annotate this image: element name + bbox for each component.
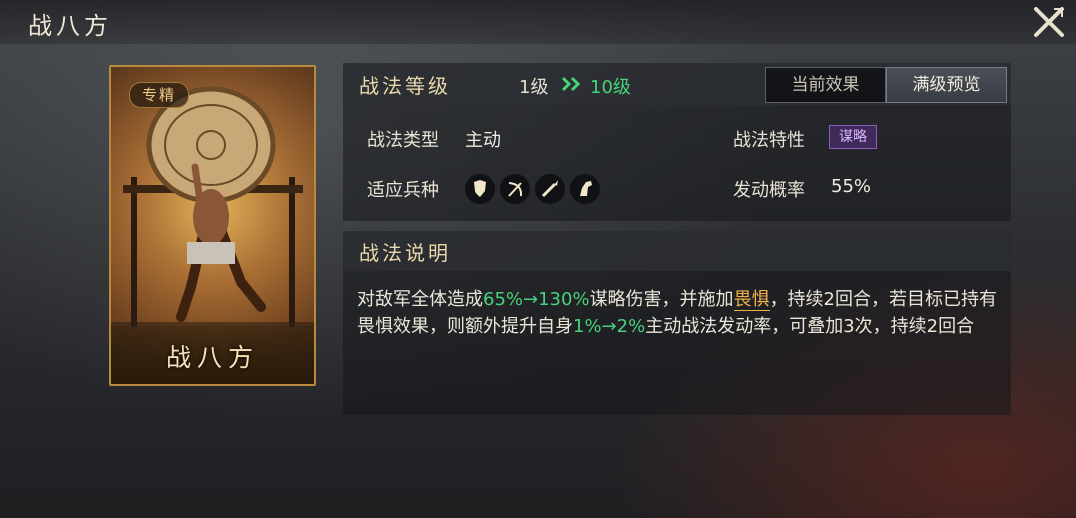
units-label: 适应兵种 [367,180,439,201]
double-chevron-right-icon [561,76,581,92]
level-header: 战法等级 1级 10级 当前效果 满级预览 [343,63,1011,105]
damage-range: 65%→130% [483,289,590,310]
level-from: 1级 [519,77,549,98]
description-header: 战法说明 [343,231,1011,271]
level-label: 战法等级 [359,74,451,98]
shield-icon [465,174,495,204]
close-icon[interactable] [1030,3,1068,41]
bow-icon [500,174,530,204]
level-to: 10级 [590,77,631,98]
tab-current-effect[interactable]: 当前效果 [765,67,886,103]
spear-icon [535,174,565,204]
horse-icon [570,174,600,204]
bonus-range: 1%→2% [573,316,646,337]
description-text: 对敌军全体造成65%→130%谋略伤害，并施加畏惧，持续2回合，若目标已持有畏惧… [357,289,998,337]
mastery-badge: 专精 [129,82,189,108]
description-title: 战法说明 [359,241,451,265]
status-fear-link[interactable]: 畏惧 [733,289,770,311]
skill-card: 专精 战八方 [109,65,316,386]
type-value: 主动 [465,130,501,151]
trait-tag: 谋略 [829,125,877,149]
rate-value: 55% [831,176,872,197]
rate-label: 发动概率 [733,180,805,201]
tab-max-level-preview[interactable]: 满级预览 [886,67,1007,103]
description-panel: 战法说明 对敌军全体造成65%→130%谋略伤害，并施加畏惧，持续2回合，若目标… [343,231,1011,415]
close-button[interactable] [1030,3,1068,41]
card-name: 战八方 [165,343,259,372]
window-title: 战八方 [28,12,112,40]
title-bar: 战八方 [0,0,1076,44]
skill-info-panel: 战法等级 1级 10级 当前效果 满级预览 战法类型 主动 战法特性 谋略 适应… [343,63,1011,221]
type-label: 战法类型 [367,130,439,151]
trait-label: 战法特性 [733,130,805,151]
